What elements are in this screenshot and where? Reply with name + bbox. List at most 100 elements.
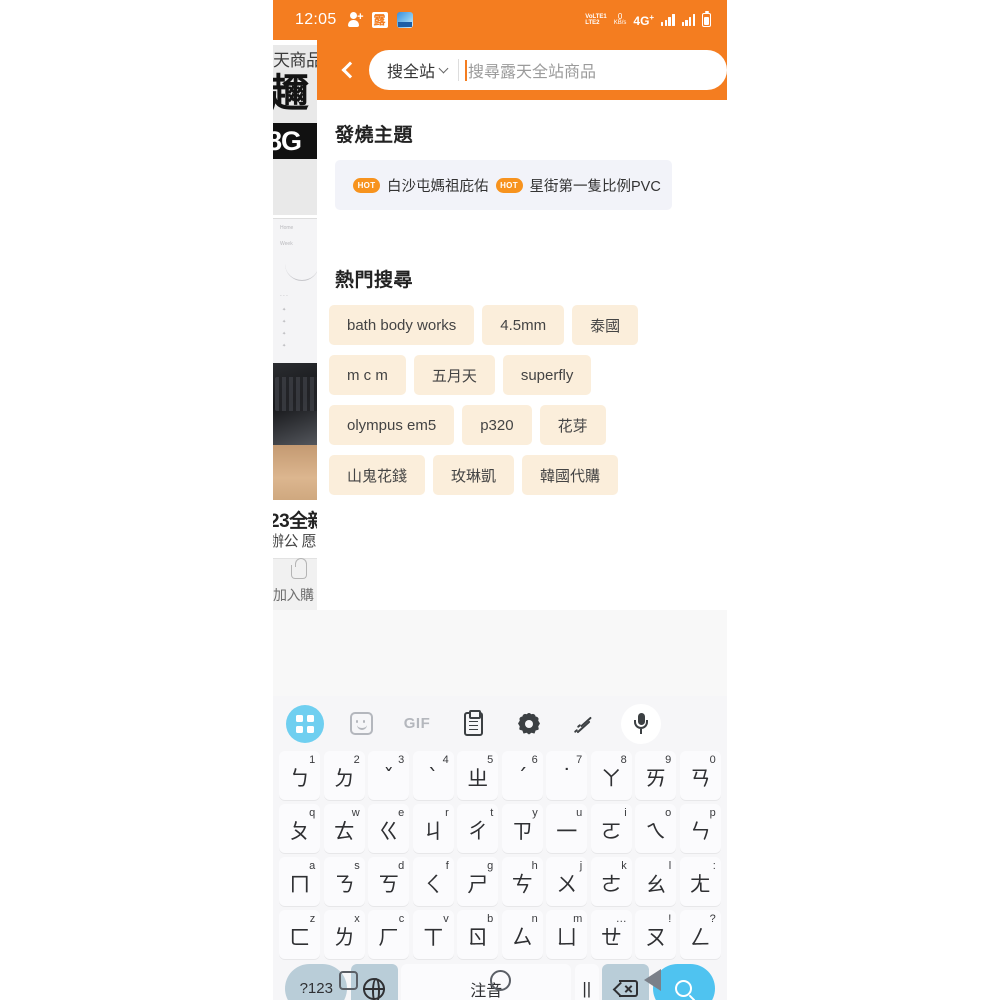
key-bopomofo[interactable]: ㄓ5: [457, 751, 499, 800]
key-bopomofo[interactable]: ㄉ2: [323, 751, 365, 800]
key-bopomofo[interactable]: ㄌx: [323, 910, 365, 959]
key-sub-label: x: [354, 913, 360, 925]
key-bopomofo[interactable]: ㄚ8: [590, 751, 632, 800]
panel-gap-area: [273, 610, 727, 696]
hot-topic-item-2[interactable]: 星街第一隻比例PVC: [530, 175, 661, 196]
key-bopomofo[interactable]: 一u: [546, 804, 588, 853]
key-bopomofo[interactable]: ㄟo: [635, 804, 677, 853]
key-main-label: ㄚ: [600, 766, 622, 790]
keyboard-handwriting-button[interactable]: [557, 712, 613, 736]
search-tag[interactable]: superfly: [502, 355, 592, 395]
key-main-label: ㄖ: [467, 925, 489, 949]
key-bopomofo[interactable]: ㄕg: [457, 857, 499, 906]
key-sub-label: 3: [398, 754, 405, 766]
search-tag[interactable]: 4.5mm: [482, 305, 565, 345]
key-bopomofo[interactable]: ㄠl: [635, 857, 677, 906]
language-switch-key[interactable]: [350, 964, 398, 1000]
hot-topic-row[interactable]: HOT 白沙屯媽祖庇佑 HOT 星街第一隻比例PVC: [335, 160, 672, 210]
key-bopomofo[interactable]: ㄜk: [590, 857, 632, 906]
key-bopomofo[interactable]: ㄆq: [279, 804, 321, 853]
hot-topic-heading: 發燒主題: [335, 125, 414, 146]
search-tag[interactable]: m c m: [329, 355, 406, 395]
key-bopomofo[interactable]: ˇ3: [368, 751, 410, 800]
search-tag[interactable]: 山鬼花錢: [329, 455, 426, 495]
search-bar[interactable]: 搜全站 搜尋露天全站商品: [369, 50, 727, 90]
back-button[interactable]: [327, 49, 369, 91]
key-bopomofo[interactable]: ㄡ!: [635, 910, 677, 959]
key-bopomofo[interactable]: ㄈz: [279, 910, 321, 959]
search-tag[interactable]: p320: [462, 405, 532, 445]
search-tag[interactable]: 玫琳凱: [433, 455, 515, 495]
symbols-key[interactable]: ?123: [285, 964, 348, 1000]
key-sub-label: ?: [709, 913, 716, 925]
key-bopomofo[interactable]: ㄇa: [279, 857, 321, 906]
hot-topic-item-1[interactable]: 白沙屯媽祖庇佑: [387, 175, 489, 196]
key-bopomofo[interactable]: ˙ 7: [546, 751, 588, 800]
key-bopomofo[interactable]: ㄥ?: [679, 910, 721, 959]
key-sub-label: 8: [620, 754, 627, 766]
key-bopomofo[interactable]: ㄊw: [323, 804, 365, 853]
key-bopomofo[interactable]: ㄙn: [501, 910, 543, 959]
keyboard-sticker-button[interactable]: [333, 712, 389, 735]
backspace-icon: [612, 980, 638, 997]
key-bopomofo[interactable]: ㄞ9: [635, 751, 677, 800]
key-main-label: ㄍ: [378, 819, 400, 843]
key-main-label: ㄙ: [511, 925, 533, 949]
search-key[interactable]: [652, 964, 715, 1000]
key-bopomofo[interactable]: ㄐr: [412, 804, 454, 853]
search-input[interactable]: 搜尋露天全站商品: [459, 50, 727, 90]
data-rate-unit: KB/s: [613, 20, 627, 26]
key-main-label: ㄘ: [511, 872, 533, 896]
keyboard-settings-button[interactable]: [501, 713, 557, 735]
key-bopomofo[interactable]: ㄤ:: [679, 857, 721, 906]
key-bopomofo[interactable]: ㄏc: [368, 910, 410, 959]
key-bopomofo[interactable]: ㄝ…: [590, 910, 632, 959]
key-bopomofo[interactable]: ㄣp: [679, 804, 721, 853]
search-scope-dropdown[interactable]: 搜全站: [369, 50, 458, 90]
key-bopomofo[interactable]: ㄔt: [457, 804, 499, 853]
search-tag[interactable]: 韓國代購: [522, 455, 619, 495]
search-tag[interactable]: 花芽: [539, 405, 606, 445]
key-bopomofo[interactable]: ˊ6: [501, 751, 543, 800]
search-tag[interactable]: 五月天: [413, 355, 495, 395]
popular-search-tags: bath body works 4.5mm 泰國 m c m 五月天 super…: [329, 305, 727, 505]
backspace-key[interactable]: [602, 964, 650, 1000]
key-main-label: ㄐ: [422, 819, 444, 843]
key-bopomofo[interactable]: ㄘh: [501, 857, 543, 906]
sticker-icon: [349, 712, 373, 735]
divider-key[interactable]: ||: [574, 964, 599, 1000]
key-bopomofo[interactable]: ㄑf: [412, 857, 454, 906]
search-tag[interactable]: bath body works: [329, 305, 475, 345]
status-bar-system-icons: VoLTE1 LTE2 0 KB/s 4G+: [585, 10, 711, 28]
key-bopomofo[interactable]: ㄋs: [323, 857, 365, 906]
search-input-placeholder: 搜尋露天全站商品: [468, 64, 597, 81]
key-bopomofo[interactable]: ㄨj: [546, 857, 588, 906]
search-tag[interactable]: olympus em5: [329, 405, 455, 445]
keyboard-grid-button[interactable]: [277, 704, 333, 743]
key-sub-label: v: [443, 913, 449, 925]
key-bopomofo[interactable]: ㄎd: [368, 857, 410, 906]
keyboard-voice-button[interactable]: [613, 703, 669, 744]
key-bopomofo[interactable]: ˋ4: [412, 751, 454, 800]
key-main-label: ㄥ: [689, 925, 711, 949]
tag-row: olympus em5 p320 花芽: [329, 405, 727, 445]
search-tag[interactable]: 泰國: [572, 305, 639, 345]
key-sub-label: 7: [576, 754, 583, 766]
background-card-label-week: Week: [280, 241, 293, 247]
key-bopomofo[interactable]: ㄩm: [546, 910, 588, 959]
key-bopomofo[interactable]: ㄅ1: [279, 751, 321, 800]
signal-bars-sim1-icon: [661, 14, 675, 26]
clipboard-icon: [463, 709, 483, 736]
key-sub-label: f: [445, 860, 449, 872]
key-bopomofo[interactable]: ㄢ0: [679, 751, 721, 800]
key-bopomofo[interactable]: ㄖb: [457, 910, 499, 959]
tag-row: m c m 五月天 superfly: [329, 355, 727, 395]
key-bopomofo[interactable]: ㄍe: [368, 804, 410, 853]
keyboard-clipboard-button[interactable]: [445, 709, 501, 736]
space-key[interactable]: 注音: [401, 964, 572, 1000]
keyboard-gif-button[interactable]: GIF: [389, 715, 445, 732]
key-main-label: ˊ: [517, 764, 528, 789]
key-bopomofo[interactable]: ㄗy: [501, 804, 543, 853]
key-bopomofo[interactable]: ㄛi: [590, 804, 632, 853]
key-bopomofo[interactable]: ㄒv: [412, 910, 454, 959]
